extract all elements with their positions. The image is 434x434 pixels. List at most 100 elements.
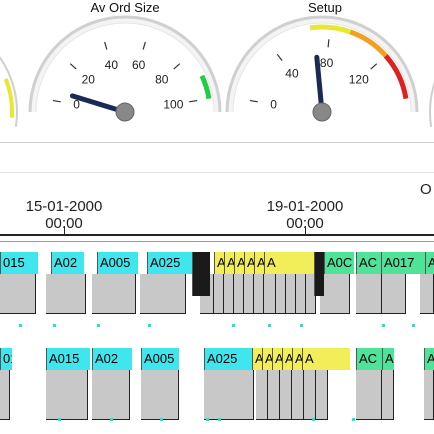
- gantt-marker: [352, 418, 355, 421]
- gauge-title-setup: Setup: [308, 0, 342, 15]
- gantt-marker: [110, 418, 113, 421]
- gantt-shadow-box: [224, 274, 234, 314]
- gauge-edge-left-band: [3, 78, 14, 118]
- gantt-shadow-box: [292, 370, 304, 420]
- gantt-bar[interactable]: A005: [97, 252, 138, 274]
- gauge-title-av-ord-size: Av Ord Size: [90, 0, 160, 15]
- gantt-shadow-box: [92, 274, 136, 314]
- gantt-shadow-box: [420, 274, 434, 314]
- gantt-marker: [382, 324, 385, 327]
- gantt-shadow-box: [276, 274, 286, 314]
- gauge-face: [35, 22, 215, 113]
- gantt-bar[interactable]: A02: [51, 252, 84, 274]
- edge-label: O: [420, 181, 432, 198]
- gantt-bar[interactable]: 015: [0, 252, 38, 274]
- timeline-date-2: 19-01-2000: [266, 198, 344, 215]
- gauge-tick-label: 40: [105, 58, 119, 72]
- gantt-shadow-box: [140, 274, 186, 314]
- gantt-marker: [19, 324, 22, 327]
- gauge-hub: [115, 102, 135, 122]
- gantt-shadow-box: [254, 274, 264, 314]
- gantt-bar[interactable]: A: [425, 252, 434, 274]
- gantt-bar[interactable]: 01: [0, 348, 12, 370]
- gantt-marker: [53, 324, 56, 327]
- gantt-bar[interactable]: A015: [46, 348, 90, 370]
- gauge-tick-label: 120: [349, 73, 369, 87]
- gantt-bar[interactable]: AC: [356, 252, 381, 274]
- gauge-tick-label: 20: [82, 73, 96, 87]
- timeline-date-1: 15-01-2000: [25, 198, 103, 215]
- gantt-shadow-box: [0, 274, 36, 314]
- gauge-dials: 02040 6080100 04080120: [0, 15, 434, 128]
- gantt-bar[interactable]: A0C: [324, 252, 354, 274]
- gantt-shadow-box: [141, 370, 179, 420]
- gantt-bar[interactable]: A: [302, 348, 350, 370]
- gantt-marker: [148, 324, 151, 327]
- row-separator: [0, 241, 434, 242]
- gantt-marker: [206, 418, 209, 421]
- gantt-bar[interactable]: A: [252, 348, 262, 370]
- gantt-marker: [232, 324, 235, 327]
- gantt-shadow-box: [244, 274, 254, 314]
- gauge-tick-label: 80: [155, 73, 169, 87]
- gantt-bar[interactable]: A005: [141, 348, 179, 370]
- gantt-marker: [160, 418, 163, 421]
- gantt-shadow-box: [304, 370, 316, 420]
- timeline-tick: [64, 226, 65, 234]
- gantt-bar[interactable]: A025: [147, 252, 192, 274]
- gantt-bar[interactable]: A: [424, 348, 434, 370]
- gantt-marker: [218, 418, 221, 421]
- gauge-tick: [327, 39, 330, 48]
- panel-divider: [0, 142, 434, 143]
- gantt-shadow-box: [296, 274, 306, 314]
- gantt-marker: [300, 324, 303, 327]
- gantt-shadow-box: [214, 274, 224, 314]
- gantt-shadow-box: [234, 274, 244, 314]
- gauge-hub: [312, 102, 332, 122]
- gantt-bar[interactable]: A: [282, 348, 292, 370]
- gantt-bar[interactable]: A025: [204, 348, 252, 370]
- gantt-bar[interactable]: A02: [92, 348, 132, 370]
- gantt-shadow-box: [356, 370, 382, 420]
- gantt-marker: [268, 324, 271, 327]
- gauge-tick-label: 100: [163, 97, 183, 111]
- gantt-bar[interactable]: A: [224, 252, 234, 274]
- gauge-panel: Av Ord Size Setup 0 20 40 60 80 100 0 40 80 120: [0, 0, 434, 140]
- gantt-bar[interactable]: [314, 252, 324, 296]
- gantt-bar[interactable]: AC: [356, 348, 382, 370]
- gantt-bar[interactable]: A: [264, 252, 314, 274]
- gantt-shadow-box: [268, 370, 280, 420]
- gauge-tick-label: 40: [285, 66, 299, 80]
- gantt-shadow-box: [204, 370, 254, 420]
- gantt-bar[interactable]: A: [292, 348, 302, 370]
- gantt-shadow-box: [46, 370, 88, 420]
- gantt-shadow-box: [316, 370, 328, 420]
- gantt-bar[interactable]: A: [234, 252, 244, 274]
- gauge-tick-label: 0: [270, 97, 277, 111]
- gantt-bar[interactable]: A: [272, 348, 282, 370]
- gantt-bar[interactable]: A: [244, 252, 254, 274]
- gantt-row-1: 015A02A005A025AAAAAAA0CACA017A: [0, 252, 434, 332]
- gantt-shadow-box: [424, 370, 434, 420]
- gantt-marker: [312, 418, 315, 421]
- gantt-shadow-box: [92, 370, 130, 420]
- gantt-shadow-box: [46, 274, 86, 314]
- gantt-shadow-box: [382, 274, 406, 314]
- gauge-edge-right: [429, 81, 434, 128]
- gantt-row-2: 01A015A02A005A025AAAAAAACAA: [0, 348, 434, 434]
- gantt-shadow-box: [0, 370, 10, 420]
- gantt-marker: [97, 324, 100, 327]
- gantt-bar[interactable]: [192, 252, 210, 296]
- gantt-bar[interactable]: A: [382, 348, 394, 370]
- gauge-tick-label: 80: [320, 56, 334, 70]
- gantt-bar[interactable]: A: [262, 348, 272, 370]
- gantt-marker: [412, 324, 415, 327]
- gantt-bar[interactable]: A: [214, 252, 224, 274]
- timeline-tick: [305, 226, 306, 234]
- gantt-shadow-box: [264, 274, 276, 314]
- panel-divider-2: [0, 172, 434, 173]
- gantt-bar[interactable]: A: [254, 252, 264, 274]
- gantt-shadow-box: [280, 370, 292, 420]
- gantt-bar[interactable]: A017: [381, 252, 425, 274]
- gantt-shadow-box: [320, 274, 350, 314]
